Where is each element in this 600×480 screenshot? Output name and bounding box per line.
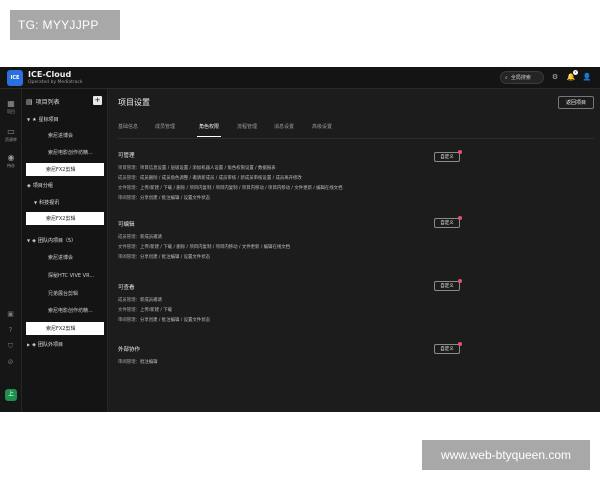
rail-item-label: 待办 — [7, 163, 15, 168]
back-to-project-button[interactable]: 返回项目 — [558, 96, 594, 109]
tree-item[interactable]: 索尼电影创作坊精... — [48, 149, 93, 156]
rail-item-label: 资源库 — [5, 137, 17, 142]
trash-icon[interactable]: ▣ — [5, 309, 16, 320]
tree-item-selected[interactable]: 索尼FX2剪辑 — [26, 163, 104, 176]
tabs-divider — [118, 138, 594, 139]
customize-button[interactable]: 自定义 — [434, 342, 462, 354]
tab-members[interactable]: 成员管理 — [155, 123, 175, 130]
customize-button[interactable]: 自定义 — [434, 216, 462, 228]
brand-name: ICE-Cloud — [28, 70, 72, 79]
tree-item[interactable]: 索尼进博会 — [48, 132, 73, 139]
section-title: 可查看 — [118, 285, 135, 291]
customize-button[interactable]: 自定义 — [434, 279, 462, 291]
rail-item-label: 项目 — [7, 109, 15, 114]
settings-icon[interactable]: ⚙ — [550, 72, 560, 82]
help-icon[interactable]: ? — [5, 325, 16, 336]
tree-folder-external[interactable]: ▶ ◈ 团队外项目 — [27, 341, 63, 349]
indicator-dot — [458, 150, 462, 154]
add-project-button[interactable]: + — [93, 96, 102, 105]
main-panel: 项目设置 返回项目 基础信息 成员管理 角色权限 流程管理 消息设置 高级设置 … — [109, 89, 600, 412]
tab-messages[interactable]: 消息设置 — [274, 123, 294, 130]
customize-button[interactable]: 自定义 — [434, 150, 462, 162]
section-title: 可编辑 — [118, 222, 135, 228]
cube-icon: ◈ — [27, 182, 31, 189]
app-window: ICE ICE-Cloud Operated by Mediatrack ⌕ 全… — [0, 67, 600, 412]
cube-icon: ◈ — [32, 341, 36, 348]
tree-header-label: 项目列表 — [35, 99, 60, 106]
task-icon: ◉ — [7, 153, 15, 162]
rail-item-todo[interactable]: ◉ 待办 — [0, 153, 22, 169]
app-logo[interactable]: ICE — [7, 70, 23, 86]
permission-row: 成员管理：新成员邀请 — [118, 235, 162, 240]
chevron-down-icon: ▼ — [34, 200, 38, 205]
tree-node-label: 团队外项目 — [37, 342, 63, 348]
global-search-button[interactable]: ⌕ 全局搜索 — [500, 71, 544, 84]
brand-subtitle: Operated by Mediatrack — [28, 80, 83, 85]
page-title: 项目设置 — [118, 98, 150, 107]
folder-icon: ▭ — [7, 127, 15, 136]
tab-basic-info[interactable]: 基础信息 — [118, 123, 138, 130]
chevron-down-icon: ▼ — [27, 238, 31, 243]
active-tab-indicator — [197, 136, 221, 137]
tree-header: ▤ 项目列表 — [26, 97, 60, 107]
chevron-right-icon: ▶ — [27, 342, 31, 347]
link-icon[interactable]: ⊘ — [5, 357, 16, 368]
permission-row: 审阅管理：分享创建 / 批注编辑 / 设置文件状态 — [118, 196, 210, 201]
permission-row: 文件管理：上传/新建 / 下载 / 删除 / 项目内复制 / 项目内移动 / 文… — [118, 245, 291, 250]
permission-row: 成员管理：新成员邀请 — [118, 298, 162, 303]
permission-row: 审阅管理：分享创建 / 批注编辑 / 设置文件状态 — [118, 318, 210, 323]
permission-row: 文件管理：上传/新建 / 下载 — [118, 308, 173, 313]
notification-badge: 1 — [573, 70, 578, 75]
tab-workflow[interactable]: 流程管理 — [237, 123, 257, 130]
left-rail: ▦ 项目 ▭ 资源库 ◉ 待办 ▣ ? ⛉ ⊘ 上 — [0, 89, 22, 412]
project-tree: ▤ 项目列表 + ▼ ★ 星标项目 索尼进博会 索尼电影创作坊精... 索尼FX… — [22, 89, 108, 412]
tree-folder-starred[interactable]: ▼ ★ 星标项目 — [27, 116, 59, 124]
tree-node-label: 团队内项目（5） — [37, 238, 77, 244]
cube-icon: ◈ — [32, 237, 36, 244]
global-search-label: 全局搜索 — [510, 75, 531, 81]
tree-item[interactable]: 索尼进博会 — [48, 254, 73, 261]
rail-item-library[interactable]: ▭ 资源库 — [0, 127, 22, 143]
list-icon: ▤ — [26, 97, 33, 106]
tab-advanced[interactable]: 高级设置 — [312, 123, 332, 130]
tree-node-label: 星标项目 — [38, 117, 59, 123]
chevron-down-icon: ▼ — [27, 117, 31, 122]
indicator-dot — [458, 279, 462, 283]
top-bar: ICE ICE-Cloud Operated by Mediatrack ⌕ 全… — [0, 67, 600, 89]
permission-row: 项目管理：项目信息设置 / 层级设置 / 添加机器人设置 / 角色权限设置 / … — [118, 166, 276, 171]
tree-node-label: 项目分组 — [32, 183, 53, 189]
tree-item[interactable]: 兄弟展台剪辑 — [48, 290, 78, 297]
permission-row: 审阅管理：批注编辑 — [118, 360, 158, 365]
star-icon: ★ — [32, 116, 37, 123]
tree-folder-team[interactable]: ▼ ◈ 团队内项目（5） — [27, 237, 77, 245]
tree-folder-tech[interactable]: ▼ 科技视讯 — [34, 199, 59, 206]
search-icon: ⌕ — [505, 74, 508, 81]
indicator-dot — [458, 342, 462, 346]
rail-item-projects[interactable]: ▦ 项目 — [0, 99, 22, 115]
permission-row: 成员管理：成员删除 / 成员角色调整 / 邀请新成员 / 成员审核 / 新成员审… — [118, 176, 302, 181]
grid-icon: ▦ — [7, 99, 15, 108]
tab-roles[interactable]: 角色权限 — [199, 123, 219, 130]
tree-folder-groups[interactable]: ◈ 项目分组 — [27, 182, 53, 190]
tree-item-selected[interactable]: 索尼FX2剪辑 — [26, 212, 104, 225]
section-title: 外部协作 — [118, 347, 141, 353]
user-icon[interactable]: 👤 — [582, 72, 592, 82]
tree-node-label: 科技视讯 — [39, 200, 60, 206]
tree-item[interactable]: 索尼电影创作坊精... — [48, 307, 93, 314]
indicator-dot — [458, 216, 462, 220]
permission-row: 文件管理：上传/新建 / 下载 / 删除 / 项目内复制 / 项目内复制 / 项… — [118, 186, 343, 191]
section-title: 可管理 — [118, 153, 135, 159]
avatar[interactable]: 上 — [5, 389, 17, 401]
shield-icon[interactable]: ⛉ — [5, 341, 16, 352]
tree-item-selected[interactable]: 索尼FX2剪辑 — [26, 322, 104, 335]
watermark-top: TG: MYYJJPP — [10, 10, 120, 40]
permission-row: 审阅管理：分享创建 / 批注编辑 / 设置文件状态 — [118, 255, 210, 260]
watermark-bottom: www.web-btyqueen.com — [422, 440, 590, 470]
tree-item[interactable]: 探秘HTC VIVE VR... — [48, 272, 94, 279]
